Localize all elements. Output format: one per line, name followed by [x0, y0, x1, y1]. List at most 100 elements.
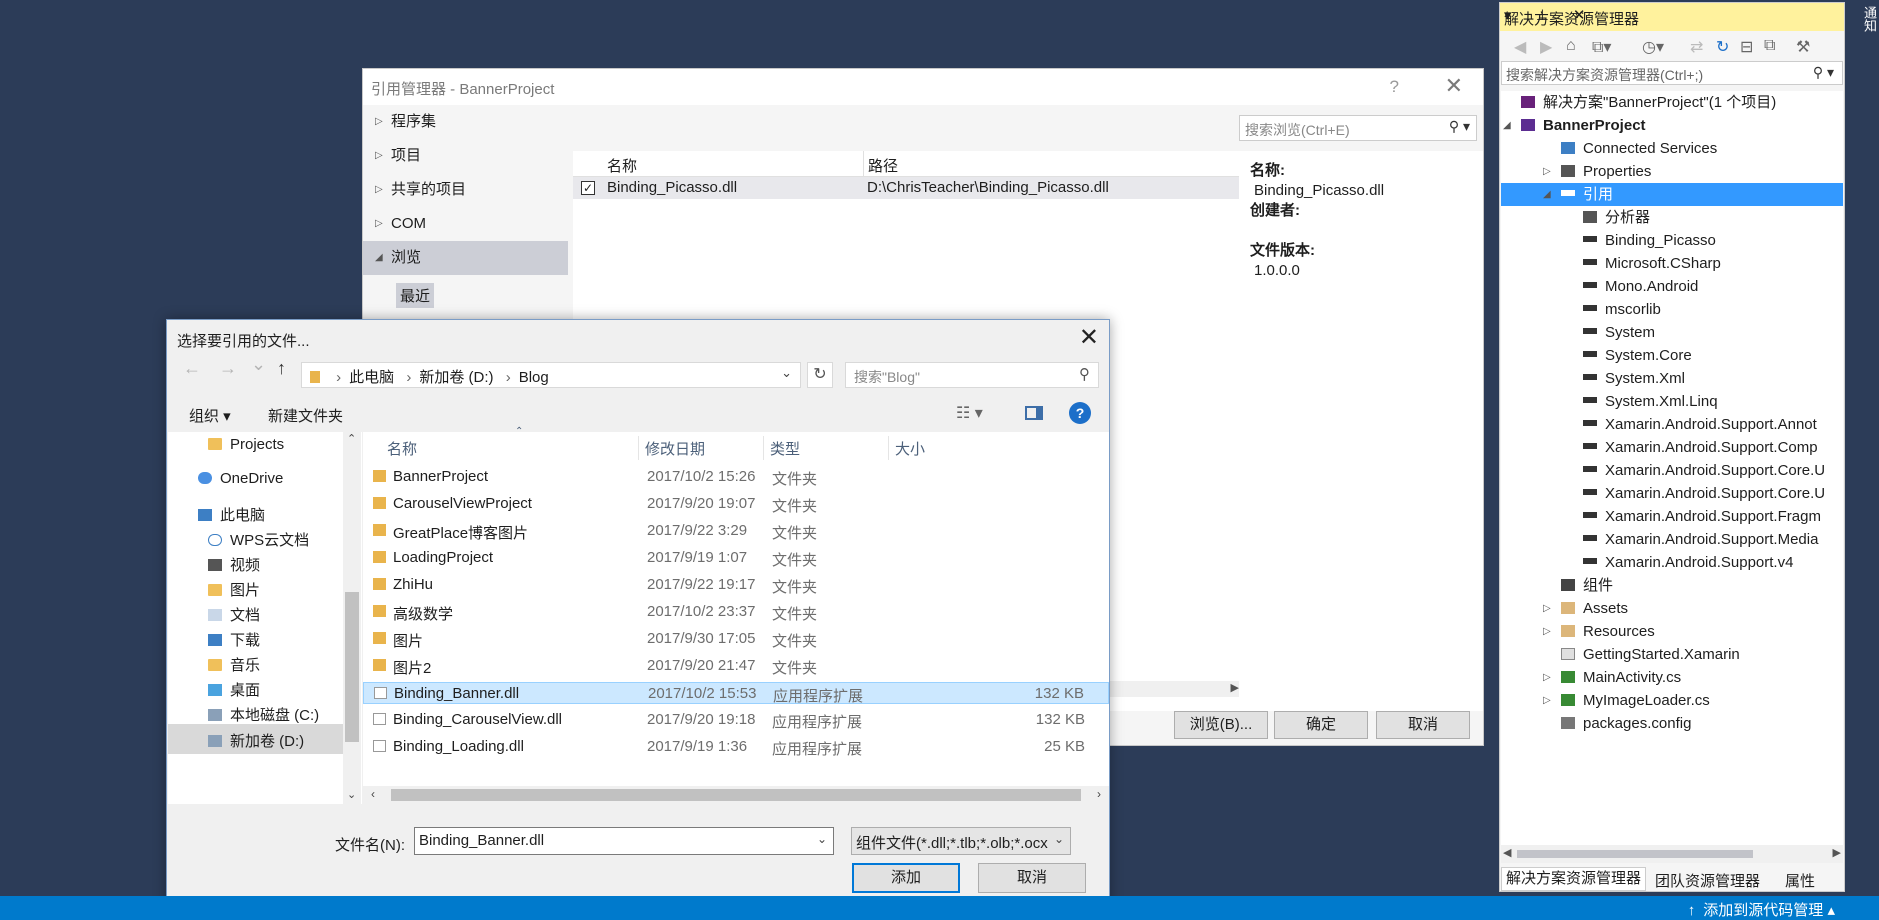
notifications-tab[interactable]: 通知: [1852, 0, 1879, 896]
tree-item[interactable]: 此电脑: [198, 504, 265, 525]
forward-arrow-icon[interactable]: →: [219, 358, 237, 379]
file-row[interactable]: Binding_Banner.dll 2017/10/2 15:53 应用程序扩展 1…: [363, 682, 1109, 705]
switch-views-icon[interactable]: ⧉▾: [1592, 37, 1611, 57]
expand-arrow-icon[interactable]: ▷: [1543, 620, 1551, 643]
browse-button[interactable]: 浏览(B)...: [1174, 711, 1268, 739]
file-row[interactable]: LoadingProject 2017/9/19 1:07 文件夹: [363, 547, 1109, 569]
solution-tree-item[interactable]: Mono.Android: [1583, 275, 1698, 298]
scroll-left-icon[interactable]: ‹: [371, 787, 375, 801]
file-search-input[interactable]: 搜索"Blog" ⚲: [845, 362, 1099, 388]
collapse-all-icon[interactable]: ⊟: [1740, 37, 1753, 57]
filetype-select[interactable]: 组件文件(*.dll;*.tlb;*.olb;*.ocx ⌄: [851, 827, 1071, 855]
solution-tree-item[interactable]: ▷ Assets: [1543, 597, 1628, 620]
solution-tree-item[interactable]: Xamarin.Android.Support.Core.U: [1583, 459, 1825, 482]
solution-tree-item[interactable]: ▷ Resources: [1543, 620, 1655, 643]
close-icon[interactable]: ✕: [1445, 73, 1463, 99]
ok-button[interactable]: 确定: [1274, 711, 1368, 739]
file-row[interactable]: Binding_CarouselView.dll 2017/9/20 19:18 应…: [363, 709, 1109, 731]
solution-tree-item[interactable]: ▷ MyImageLoader.cs: [1543, 689, 1710, 712]
file-row[interactable]: 图片2 2017/9/20 21:47 文件夹: [363, 655, 1109, 677]
scroll-left-icon[interactable]: ◀: [1503, 846, 1511, 859]
tree-item[interactable]: WPS云文档: [208, 529, 309, 550]
solution-tree-item[interactable]: System: [1583, 321, 1655, 344]
column-header-name[interactable]: 名称: [607, 155, 637, 176]
solution-tree-item[interactable]: Connected Services: [1561, 137, 1717, 160]
reference-checkbox[interactable]: ✓: [581, 181, 595, 195]
scrollbar-thumb[interactable]: [345, 592, 359, 742]
refresh-icon[interactable]: ↻: [807, 362, 833, 388]
tree-item[interactable]: 文档: [208, 604, 260, 625]
tree-item[interactable]: Projects: [208, 436, 284, 453]
solution-tree-item[interactable]: Microsoft.CSharp: [1583, 252, 1721, 275]
solution-tree-item[interactable]: System.Core: [1583, 344, 1692, 367]
solution-search-input[interactable]: 搜索解决方案资源管理器(Ctrl+;) ⚲ ▾: [1501, 61, 1843, 85]
tree-item[interactable]: 桌面: [208, 679, 260, 700]
file-row[interactable]: CarouselViewProject 2017/9/20 19:07 文件夹: [363, 493, 1109, 515]
solution-tree-item[interactable]: ▷ MainActivity.cs: [1543, 666, 1681, 689]
help-icon[interactable]: ?: [1069, 402, 1091, 424]
nav-item-browse[interactable]: ◢ 浏览: [363, 241, 568, 275]
tree-item[interactable]: 下载: [208, 629, 260, 650]
breadcrumb-item[interactable]: 新加卷 (D:): [419, 369, 493, 386]
organize-button[interactable]: 组织 ▾: [189, 405, 231, 426]
tree-item[interactable]: 本地磁盘 (C:): [208, 704, 319, 725]
expand-arrow-icon[interactable]: ▷: [1543, 689, 1551, 712]
reference-search-input[interactable]: 搜索浏览(Ctrl+E) ⚲ ▾: [1239, 115, 1477, 141]
nav-item-com[interactable]: ▷ COM: [363, 207, 568, 241]
chevron-down-icon[interactable]: ⌄: [781, 365, 792, 381]
recent-locations-icon[interactable]: ⌄: [251, 354, 266, 375]
tree-item[interactable]: OneDrive: [198, 470, 283, 487]
preview-pane-icon[interactable]: [1025, 406, 1043, 420]
solution-tree-item[interactable]: 分析器: [1583, 206, 1650, 229]
properties-wrench-icon[interactable]: ⚒: [1796, 37, 1810, 57]
up-arrow-icon[interactable]: ↑: [277, 358, 286, 379]
forward-icon[interactable]: ▶: [1540, 37, 1552, 57]
tab-team-explorer[interactable]: 团队资源管理器: [1651, 870, 1764, 891]
solution-tree-item[interactable]: Binding_Picasso: [1583, 229, 1716, 252]
collapse-arrow-icon[interactable]: ◢: [1543, 183, 1551, 206]
nav-item-shared-projects[interactable]: ▷ 共享的项目: [363, 173, 568, 207]
solution-tree-item[interactable]: Xamarin.Android.Support.v4: [1583, 551, 1793, 574]
new-folder-button[interactable]: 新建文件夹: [268, 405, 343, 426]
add-to-source-control-button[interactable]: 添加到源代码管理 ▴: [1688, 899, 1835, 920]
column-header-size[interactable]: 大小: [895, 438, 925, 459]
back-icon[interactable]: ◀: [1514, 37, 1526, 57]
tab-solution-explorer[interactable]: 解决方案资源管理器: [1501, 867, 1647, 891]
column-header-path[interactable]: 路径: [863, 151, 898, 177]
file-row[interactable]: BannerProject 2017/10/2 15:26 文件夹: [363, 466, 1109, 488]
solution-tree-item[interactable]: ▷ Properties: [1543, 160, 1651, 183]
file-row[interactable]: Binding_Loading.dll 2017/9/19 1:36 应用程序扩展 2…: [363, 736, 1109, 758]
home-icon[interactable]: ⌂: [1566, 37, 1576, 55]
scroll-right-icon[interactable]: ▶: [1833, 846, 1841, 859]
scroll-right-icon[interactable]: ›: [1097, 787, 1101, 801]
solution-tree-item[interactable]: Xamarin.Android.Support.Core.U: [1583, 482, 1825, 505]
nav-item-recent[interactable]: 最近: [396, 283, 435, 308]
tree-item[interactable]: 新加卷 (D:): [168, 724, 344, 754]
expand-arrow-icon[interactable]: ▷: [1543, 666, 1551, 689]
refresh-icon[interactable]: ↻: [1716, 37, 1729, 57]
breadcrumb-item[interactable]: Blog: [519, 369, 549, 386]
solution-tree-item[interactable]: packages.config: [1561, 712, 1691, 735]
solution-tree-item[interactable]: GettingStarted.Xamarin: [1561, 643, 1740, 666]
sync-icon[interactable]: ⇄: [1690, 37, 1703, 57]
scroll-up-icon[interactable]: ⌃: [347, 432, 356, 445]
filename-input[interactable]: Binding_Banner.dll ⌄: [414, 827, 834, 855]
chevron-down-icon[interactable]: ⌄: [817, 832, 827, 846]
solution-tree-item[interactable]: 组件: [1561, 574, 1613, 597]
search-icon[interactable]: ⚲ ▾: [1813, 64, 1834, 81]
scroll-down-icon[interactable]: ⌄: [347, 788, 356, 801]
tree-item[interactable]: 图片: [208, 579, 260, 600]
window-controls[interactable]: ▾ ⊥ ✕: [1504, 6, 1838, 24]
column-header-date[interactable]: 修改日期: [645, 438, 705, 459]
view-options-icon[interactable]: ☷ ▾: [956, 403, 983, 423]
solution-tree-item[interactable]: Xamarin.Android.Support.Media: [1583, 528, 1818, 551]
copy-icon[interactable]: ⧉: [1764, 37, 1775, 55]
solution-tree-item[interactable]: Xamarin.Android.Support.Fragm: [1583, 505, 1821, 528]
solution-tree-item[interactable]: ◢ 引用: [1501, 183, 1843, 206]
column-header-type[interactable]: 类型: [770, 438, 800, 459]
tab-properties[interactable]: 属性: [1781, 870, 1819, 891]
tree-item[interactable]: 音乐: [208, 654, 260, 675]
add-button[interactable]: 添加: [852, 863, 960, 893]
scrollbar-thumb[interactable]: [391, 789, 1081, 801]
scrollbar-thumb[interactable]: [1517, 850, 1753, 858]
